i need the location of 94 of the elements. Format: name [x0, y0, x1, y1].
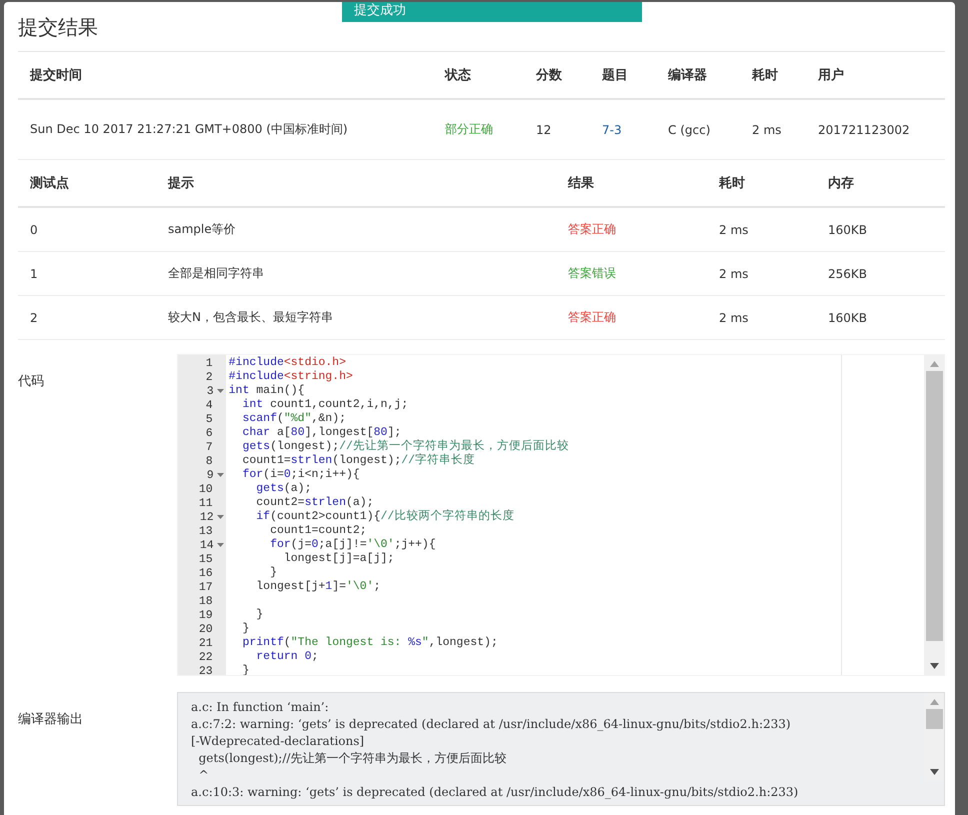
compiler-output-label: 编译器输出	[18, 711, 84, 729]
column-header: 提交时间	[18, 52, 433, 100]
line-number: 7	[206, 440, 213, 454]
code-line: count1=count2;	[269, 524, 367, 538]
table-cell: C (gcc)	[656, 100, 740, 160]
table-cell: 1	[18, 252, 156, 296]
table-cell: 全部是相同字符串	[156, 252, 556, 296]
code-line: gets(longest);//先让第一个字符串为最长，方便后面比较	[241, 440, 569, 453]
code-line: longest[j+1]='\0';	[255, 580, 381, 594]
table-cell: 256KB	[816, 252, 945, 296]
scrollbar[interactable]	[924, 355, 944, 675]
code-line: for(j=0;a[j]!='\0';j++){	[269, 538, 436, 552]
line-number: 14	[200, 538, 214, 552]
line-number: 20	[198, 622, 213, 636]
table-cell: 2 ms	[740, 100, 806, 160]
line-number: 10	[198, 482, 213, 496]
line-number: 8	[206, 454, 213, 468]
column-header: 耗时	[740, 52, 806, 100]
code-line: return 0;	[255, 650, 318, 664]
problem-link[interactable]: 7-3	[590, 100, 656, 160]
table-cell: 12	[524, 100, 590, 160]
scroll-up-icon[interactable]	[930, 699, 938, 705]
line-number: 17	[198, 580, 213, 594]
code-line: for(i=0;i<n;i++){	[241, 468, 360, 482]
column-header: 耗时	[707, 160, 816, 208]
code-line: scanf("%d",&n);	[241, 412, 346, 426]
table-cell: 2 ms	[707, 296, 816, 340]
code-line: int count1,count2,i,n,j;	[241, 398, 408, 412]
column-header: 分数	[524, 52, 590, 100]
code-line: gets(a);	[255, 482, 312, 496]
table-cell: 0	[18, 208, 156, 252]
fold-arrow-icon[interactable]	[216, 515, 224, 519]
code-line: #include<string.h>	[228, 370, 353, 384]
code-line: }	[255, 608, 264, 622]
line-number: 18	[198, 594, 213, 608]
result-cell: 答案正确	[556, 208, 707, 252]
table-cell: 2	[18, 296, 156, 340]
line-number: 23	[198, 664, 213, 675]
column-header: 结果	[556, 160, 707, 208]
line-number: 2	[206, 370, 213, 384]
column-header: 提示	[156, 160, 556, 208]
scroll-down-icon[interactable]	[930, 663, 938, 669]
column-header: 内存	[816, 160, 945, 208]
success-toast: 提交成功	[342, 2, 642, 22]
table-cell: 2 ms	[707, 208, 816, 252]
table-cell: Sun Dec 10 2017 21:27:21 GMT+0800 (中国标准时间)	[18, 100, 433, 160]
column-header: 编译器	[656, 52, 740, 100]
column-header: 题目	[590, 52, 656, 100]
column-header: 测试点	[18, 160, 156, 208]
table-cell: 201721123002	[806, 100, 945, 160]
table-cell: 较大N，包含最长、最短字符串	[156, 296, 556, 340]
scroll-up-icon[interactable]	[930, 361, 938, 367]
line-number: 22	[198, 650, 213, 664]
line-number: 15	[198, 552, 213, 566]
line-number: 6	[206, 426, 213, 440]
line-number: 11	[198, 496, 213, 510]
status-cell: 部分正确	[433, 100, 524, 160]
column-header: 状态	[433, 52, 524, 100]
line-number: 4	[206, 398, 213, 412]
code-line: int main(){	[228, 384, 305, 398]
code-line: longest[j]=a[j];	[282, 552, 394, 566]
code-line: count2=strlen(a);	[255, 496, 374, 510]
line-number: 21	[198, 636, 213, 650]
scroll-down-icon[interactable]	[930, 769, 938, 775]
table-cell: sample等价	[156, 208, 556, 252]
line-number: 12	[200, 510, 214, 524]
compiler-output-box: a.c: In function ‘main’: a.c:7:2: warning: ‘gets’ is deprecated (declared at /usr/include/x86_64-linux-gnu/bits/stdio2.h:233) [-Wdeprecated-declarations] gets(longest);//先让第一个字符串为最长，方便后面比较 ^ a.c:10:3: warning: ‘gets’ is deprecated (declared at /usr/include/x86_64-linux-gnu/bits/stdio2.h:233)	[177, 692, 945, 806]
line-number: 9	[206, 468, 214, 482]
code-line: count1=strlen(longest);//字符串长度	[241, 454, 476, 468]
line-number: 3	[206, 384, 214, 398]
table-cell: 160KB	[816, 208, 945, 252]
line-number: 19	[198, 608, 213, 622]
line-number: 16	[198, 566, 213, 580]
scroll-thumb[interactable]	[926, 709, 942, 729]
code-label: 代码	[18, 373, 45, 391]
code-line: printf("The longest is: %s",longest);	[241, 636, 498, 650]
line-number: 1	[206, 356, 213, 370]
code-line: }	[241, 622, 250, 636]
code-line: }	[269, 566, 277, 580]
table-cell: 2 ms	[707, 252, 816, 296]
result-cell: 答案正确	[556, 296, 707, 340]
line-number: 13	[198, 524, 213, 538]
fold-arrow-icon[interactable]	[216, 543, 224, 547]
code-editor[interactable]	[176, 354, 945, 676]
code-line: if(count2>count1){//比较两个字符串的长度	[255, 510, 514, 524]
fold-arrow-icon[interactable]	[216, 473, 224, 477]
line-number: 5	[206, 412, 213, 426]
code-line: #include<stdio.h>	[228, 356, 346, 370]
scroll-thumb[interactable]	[926, 371, 942, 641]
code-line: char a[80],longest[80];	[241, 426, 402, 440]
table-cell: 160KB	[816, 296, 945, 340]
column-header: 用户	[806, 52, 945, 100]
fold-arrow-icon[interactable]	[216, 389, 224, 393]
result-cell: 答案错误	[556, 252, 707, 296]
